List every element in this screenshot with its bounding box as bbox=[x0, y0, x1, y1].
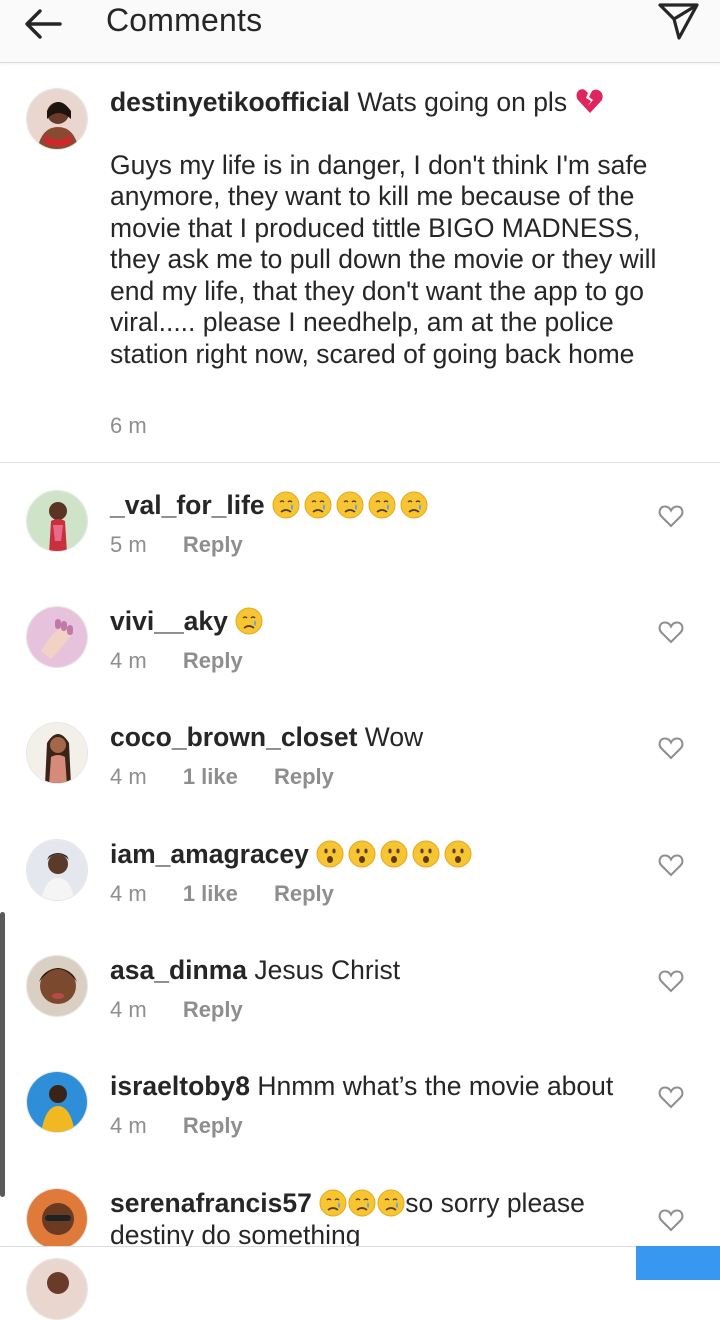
comment-meta: 4 m Reply bbox=[110, 648, 273, 674]
crying-face-icon bbox=[377, 1189, 405, 1217]
comment-meta: 4 m 1 like Reply bbox=[110, 764, 364, 790]
back-arrow-icon bbox=[25, 9, 62, 39]
username[interactable]: _val_for_life bbox=[110, 490, 265, 520]
avatar[interactable] bbox=[26, 955, 88, 1017]
divider bbox=[0, 462, 720, 463]
caption-body: Guys my life is in danger, I don't think… bbox=[110, 149, 657, 369]
emoji-group bbox=[272, 490, 432, 520]
comment-item: israeltoby8 Hnmm what’s the movie about … bbox=[0, 1071, 720, 1187]
comment-body: Hnmm what’s the movie about bbox=[257, 1071, 614, 1101]
reply-button[interactable]: Reply bbox=[274, 764, 334, 790]
reply-button[interactable]: Reply bbox=[183, 997, 243, 1023]
username[interactable]: israeltoby8 bbox=[110, 1071, 250, 1101]
comment-item: vivi__aky 4 m Reply bbox=[0, 606, 720, 722]
username[interactable]: vivi__aky bbox=[110, 606, 228, 636]
like-heart-icon[interactable] bbox=[658, 1208, 684, 1232]
comment-item: coco_brown_closet Wow 4 m 1 like Reply bbox=[0, 722, 720, 838]
comment-timestamp: 4 m bbox=[110, 1113, 147, 1138]
comment-meta: 4 m Reply bbox=[110, 1113, 273, 1139]
like-heart-icon[interactable] bbox=[658, 620, 684, 644]
comment-text: asa_dinma Jesus Christ bbox=[110, 955, 650, 987]
like-heart-icon[interactable] bbox=[658, 853, 684, 877]
comment-body: Wow bbox=[364, 722, 424, 752]
avatar[interactable] bbox=[26, 88, 88, 150]
reply-button[interactable]: Reply bbox=[183, 532, 243, 558]
comment-item: serenafrancis57 so sorry please destiny … bbox=[0, 1188, 720, 1246]
avatar[interactable] bbox=[26, 606, 88, 668]
hushed-face-icon bbox=[380, 840, 408, 868]
comment-body: Jesus Christ bbox=[254, 955, 401, 985]
reply-button[interactable]: Reply bbox=[183, 648, 243, 674]
hushed-face-icon bbox=[348, 840, 376, 868]
comment-item: asa_dinma Jesus Christ 4 m Reply bbox=[0, 955, 720, 1071]
hushed-face-icon bbox=[412, 840, 440, 868]
comment-item: iam_amagracey 4 m 1 like Reply bbox=[0, 839, 720, 955]
username[interactable]: serenafrancis57 bbox=[110, 1188, 312, 1218]
avatar[interactable] bbox=[26, 490, 88, 552]
hushed-face-icon bbox=[316, 840, 344, 868]
comment-text: coco_brown_closet Wow bbox=[110, 722, 650, 754]
crying-face-icon bbox=[348, 1189, 376, 1217]
crying-face-icon bbox=[304, 491, 332, 519]
scrollbar-thumb[interactable] bbox=[0, 912, 5, 1197]
like-count[interactable]: 1 like bbox=[183, 881, 238, 907]
reply-button[interactable]: Reply bbox=[274, 881, 334, 907]
username[interactable]: coco_brown_closet bbox=[110, 722, 357, 752]
comment-timestamp: 4 m bbox=[110, 764, 147, 789]
hushed-face-icon bbox=[444, 840, 472, 868]
comment-text: serenafrancis57 so sorry please destiny … bbox=[110, 1188, 650, 1246]
emoji-group bbox=[316, 839, 476, 869]
like-heart-icon[interactable] bbox=[658, 969, 684, 993]
username[interactable]: iam_amagracey bbox=[110, 839, 309, 869]
username[interactable]: destinyetikoofficial bbox=[110, 87, 350, 117]
comment-meta: 5 m Reply bbox=[110, 532, 273, 558]
like-heart-icon[interactable] bbox=[658, 1085, 684, 1109]
share-button[interactable] bbox=[652, 0, 704, 42]
comment-timestamp: 4 m bbox=[110, 881, 147, 906]
current-user-avatar bbox=[26, 1258, 88, 1320]
comment-text: iam_amagracey bbox=[110, 839, 650, 871]
comment-item: _val_for_life 5 m Reply bbox=[0, 490, 720, 606]
like-count[interactable]: 1 like bbox=[183, 764, 238, 790]
comment-timestamp: 4 m bbox=[110, 648, 147, 673]
page-title: Comments bbox=[106, 2, 263, 38]
like-heart-icon[interactable] bbox=[658, 504, 684, 528]
avatar[interactable] bbox=[26, 1188, 88, 1246]
crying-face-icon bbox=[336, 491, 364, 519]
broken-heart-icon bbox=[577, 89, 604, 113]
like-heart-icon[interactable] bbox=[658, 736, 684, 760]
caption-timestamp: 6 m bbox=[110, 413, 147, 438]
top-app-bar: Comments bbox=[0, 0, 720, 63]
crying-face-icon bbox=[272, 491, 300, 519]
paper-plane-icon bbox=[658, 3, 699, 40]
reply-button[interactable]: Reply bbox=[183, 1113, 243, 1139]
caption-headline: Wats going on pls bbox=[357, 87, 568, 117]
avatar[interactable] bbox=[26, 1071, 88, 1133]
comment-meta: 4 m 1 like Reply bbox=[110, 881, 364, 907]
comment-timestamp: 4 m bbox=[110, 997, 147, 1022]
comment-text: _val_for_life bbox=[110, 490, 650, 522]
comment-meta: 4 m Reply bbox=[110, 997, 273, 1023]
post-caption: destinyetikoofficial Wats going on pls G… bbox=[0, 62, 720, 462]
caption-text: destinyetikoofficial Wats going on pls G… bbox=[110, 86, 680, 370]
username[interactable]: asa_dinma bbox=[110, 955, 247, 985]
avatar[interactable] bbox=[26, 722, 88, 784]
comment-text: israeltoby8 Hnmm what’s the movie about bbox=[110, 1071, 650, 1103]
crying-face-icon bbox=[368, 491, 396, 519]
back-button[interactable] bbox=[18, 4, 66, 44]
crying-face-icon bbox=[400, 491, 428, 519]
comment-timestamp: 5 m bbox=[110, 532, 147, 557]
crying-face-icon bbox=[235, 607, 263, 635]
post-button[interactable] bbox=[636, 1246, 720, 1280]
avatar[interactable] bbox=[26, 839, 88, 901]
comment-text: vivi__aky bbox=[110, 606, 650, 638]
crying-face-icon bbox=[319, 1189, 347, 1217]
comment-input-bar[interactable] bbox=[0, 1246, 720, 1281]
